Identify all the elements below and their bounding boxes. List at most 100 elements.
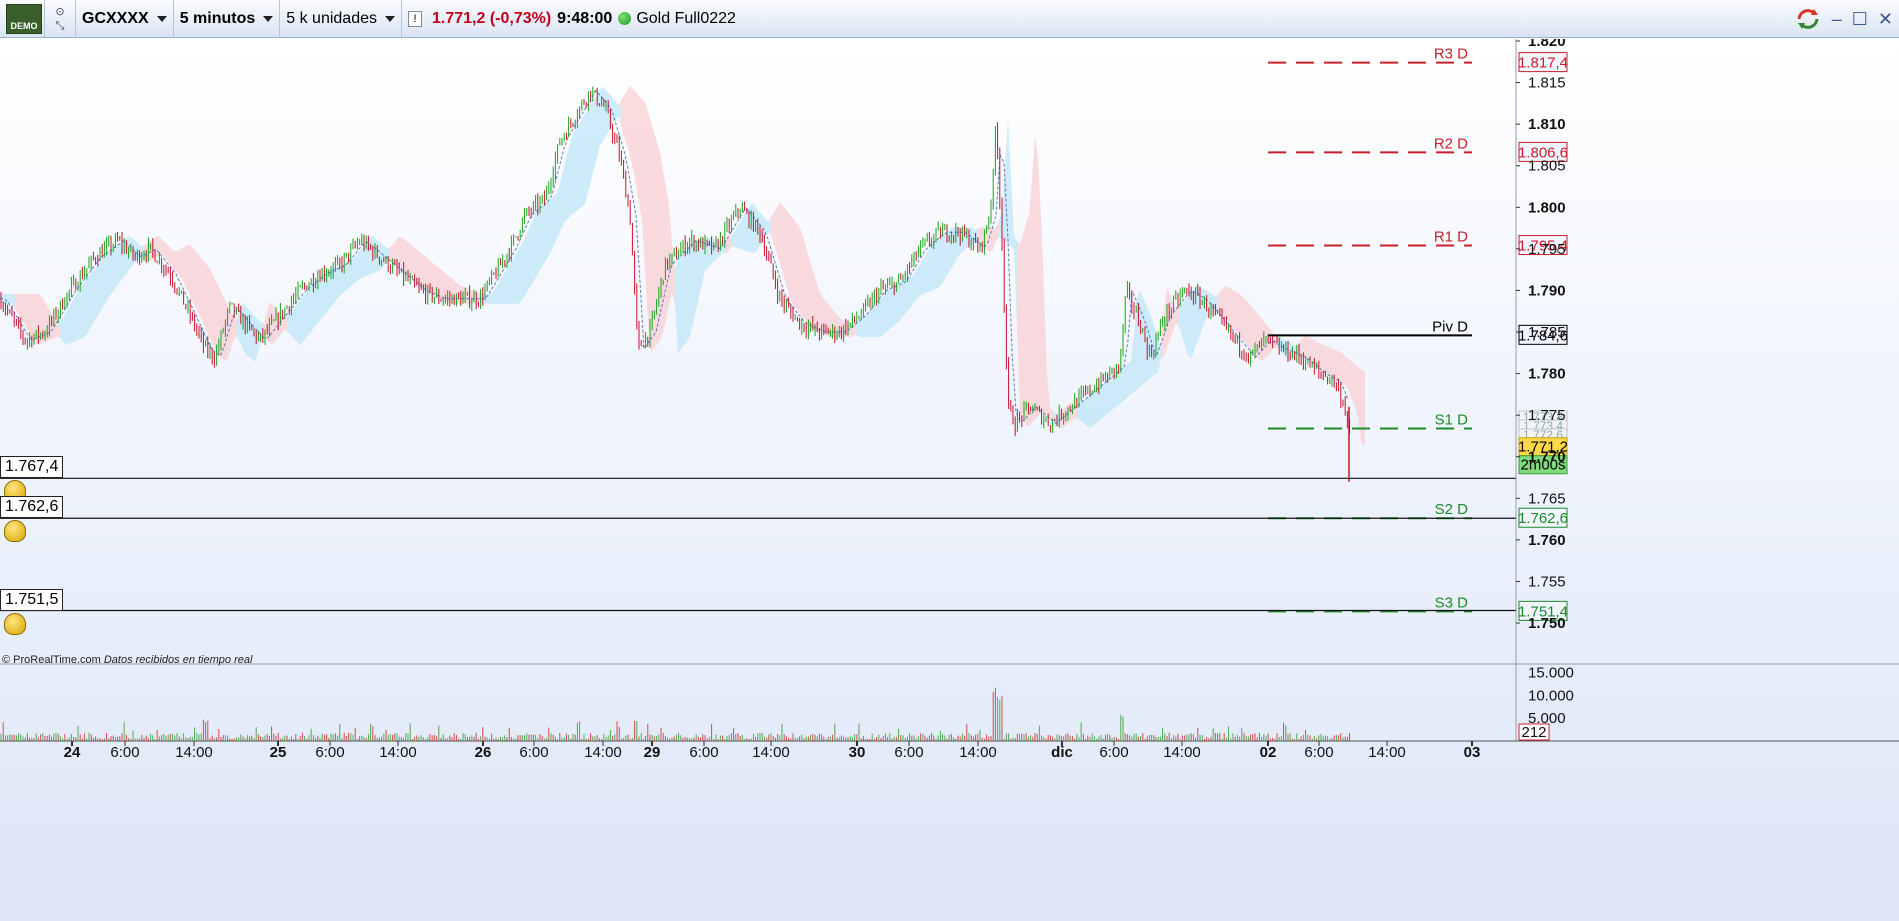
units-selector[interactable]: 5 k unidades: [280, 0, 402, 37]
close-icon[interactable]: ✕: [1878, 9, 1893, 30]
cloud-segment: [588, 104, 591, 193]
cloud-segment: [201, 257, 204, 325]
cloud-segment: [1353, 362, 1356, 410]
price-tag-label: 1.762,6: [1518, 510, 1568, 527]
cloud-segment: [1104, 381, 1107, 417]
time-axis[interactable]: 24 6:00 14:00 25 6:00 14:00 26 6:00 14:00 29 6:00 1…: [0, 740, 1899, 761]
cloud-segment: [1095, 388, 1098, 425]
cloud-segment: [678, 256, 681, 354]
cloud-segment: [525, 230, 528, 296]
cloud-segment: [876, 301, 879, 337]
instrument-name: Gold Full0222: [636, 9, 736, 27]
alert-price-box[interactable]: 1.767,4: [0, 456, 64, 479]
cloud-segment: [927, 247, 930, 293]
cloud-segment: [813, 270, 816, 331]
cloud-segment: [90, 270, 93, 329]
cloud-segment: [63, 312, 66, 345]
time-tick-label: 14:00: [584, 744, 622, 761]
cloud-segment: [909, 277, 912, 310]
cloud-segment: [867, 312, 870, 337]
cloud-segment: [24, 293, 27, 329]
copyright-text: © ProRealTime.com: [2, 654, 101, 666]
cloud-segment: [1362, 369, 1365, 446]
time-tick-label: 14:00: [752, 744, 790, 761]
cloud-segment: [183, 246, 186, 288]
time-tick-label: 03: [1464, 744, 1481, 761]
cloud-segment: [78, 287, 81, 340]
cloud-segment: [1179, 304, 1182, 336]
time-tick-label: 6:00: [894, 744, 923, 761]
cloud-segment: [774, 207, 777, 254]
chart-area[interactable]: R3 D 1.817,4 R2 D 1.806,6 R1 D 1.795,4 Piv D 1.…: [0, 39, 1899, 921]
cloud-segment: [1107, 378, 1110, 415]
cloud-segment: [1233, 289, 1236, 332]
cloud-segment: [663, 169, 666, 333]
cloud-segment: [420, 252, 423, 288]
sync-icon[interactable]: [1794, 7, 1822, 31]
cloud-segment: [6, 293, 9, 304]
alert-price-box[interactable]: 1.762,6: [0, 496, 64, 519]
time-tick-label: 29: [644, 744, 661, 761]
cloud-segment: [306, 289, 309, 338]
cloud-segment: [627, 85, 630, 156]
cloud-segment: [204, 261, 207, 332]
cloud-segment: [615, 100, 618, 121]
cloud-segment: [1110, 376, 1113, 412]
cloud-segment: [594, 94, 597, 170]
cloud-segment: [309, 285, 312, 335]
cloud-segment: [729, 235, 732, 251]
cloud-segment: [129, 236, 132, 271]
volume-tick-label: 15.000: [1528, 665, 1574, 682]
cloud-segment: [21, 293, 24, 324]
price-tick-label: 1.815: [1528, 75, 1566, 92]
cloud-segment: [798, 224, 801, 315]
cloud-segment: [1125, 363, 1128, 400]
price-tick-label: 1.775: [1528, 407, 1566, 424]
symbol-selector[interactable]: GCXXXX: [76, 0, 174, 37]
cloud-segment: [1329, 347, 1332, 379]
cloud-segment: [1347, 357, 1350, 395]
price-tick-label: 1.820: [1528, 39, 1566, 50]
cloud-segment: [303, 292, 306, 342]
symbol-label: GCXXXX: [82, 9, 149, 27]
time-tick-label: 6:00: [689, 744, 718, 761]
pivot-label: S2 D: [1435, 501, 1469, 518]
cloud-segment: [924, 252, 927, 294]
cloud-segment: [210, 268, 213, 345]
cloud-segment: [732, 230, 735, 248]
cloud-segment: [1020, 233, 1023, 419]
bell-icon[interactable]: [4, 520, 26, 543]
cloud-segment: [900, 280, 903, 321]
price-chart[interactable]: R3 D1.817,4R2 D1.806,6R1 D1.795,4Piv D1.…: [0, 39, 1899, 921]
cloud-segment: [681, 253, 684, 350]
cloud-segment: [513, 253, 516, 304]
link-cell[interactable]: ⊙ ⤡: [45, 0, 76, 37]
cloud-segment: [930, 243, 933, 292]
last-time: 9:48:00: [557, 9, 613, 27]
cloud-segment: [1029, 180, 1032, 427]
minimize-icon[interactable]: –: [1832, 9, 1842, 30]
cloud-segment: [192, 246, 195, 306]
price-tick-label: 1.800: [1528, 199, 1566, 216]
cloud-segment: [234, 318, 237, 339]
link-icon[interactable]: ⊙ ⤡: [49, 5, 71, 33]
timeframe-selector[interactable]: 5 minutos: [174, 0, 281, 37]
cloud-segment: [1230, 288, 1233, 328]
cloud-segment: [75, 292, 78, 342]
cloud-segment: [1224, 286, 1227, 321]
maximize-icon[interactable]: ☐: [1852, 9, 1868, 30]
cloud-segment: [318, 277, 321, 323]
bell-icon[interactable]: [4, 612, 26, 635]
info-icon[interactable]: !: [407, 10, 422, 27]
cloud-segment: [72, 297, 75, 343]
cloud-segment: [1128, 361, 1131, 397]
cloud-segment: [1326, 346, 1329, 377]
cloud-segment: [501, 273, 504, 304]
cloud-segment: [783, 206, 786, 284]
cloud-segment: [633, 89, 636, 186]
cloud-segment: [174, 251, 177, 273]
cloud-segment: [789, 213, 792, 304]
price-tick-label: 1.790: [1528, 282, 1566, 299]
cloud-segment: [168, 245, 171, 266]
alert-price-box[interactable]: 1.751,5: [0, 588, 64, 611]
